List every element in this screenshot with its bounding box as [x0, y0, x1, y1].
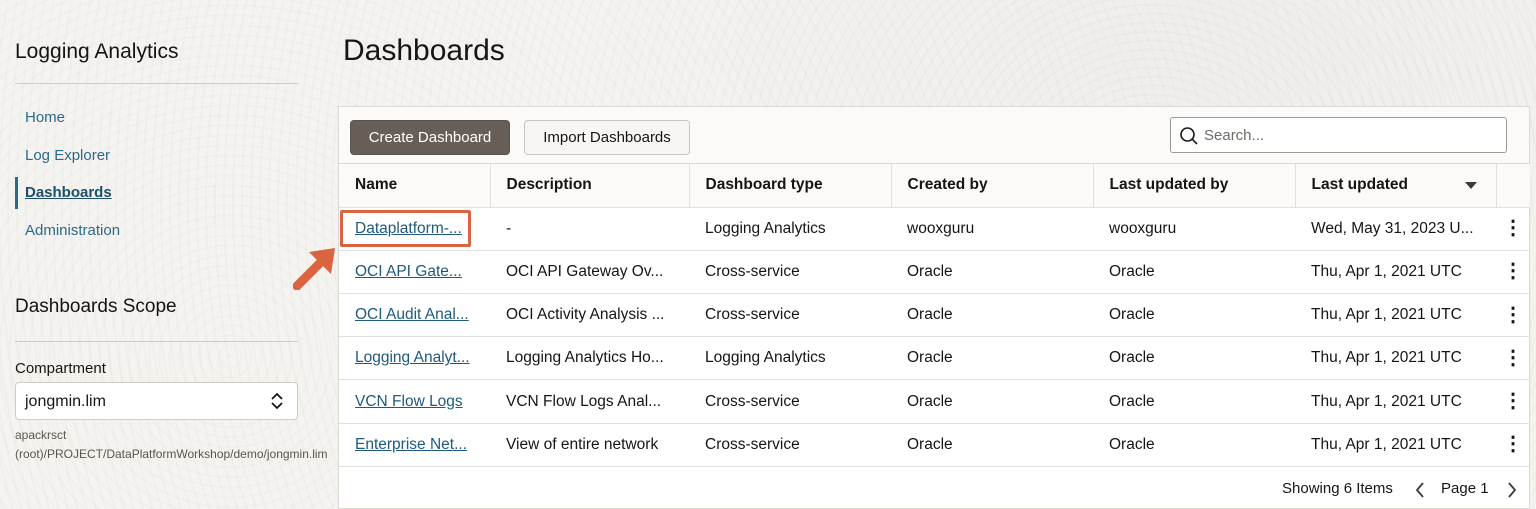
cell-created-by: Oracle [891, 250, 1093, 295]
sidebar-divider [15, 83, 298, 84]
toolbar: Create Dashboard Import Dashboards [339, 107, 1529, 164]
select-chevrons-icon [271, 392, 283, 410]
table-row[interactable]: OCI Audit Anal... OCI Activity Analysis … [339, 293, 1530, 338]
table-row[interactable]: OCI API Gate... OCI API Gateway Ov... Cr… [339, 250, 1530, 295]
cell-updated: Thu, Apr 1, 2021 UTC [1295, 379, 1496, 424]
cell-created-by: Oracle [891, 336, 1093, 381]
table-row[interactable]: VCN Flow Logs VCN Flow Logs Anal... Cros… [339, 379, 1530, 424]
more-vertical-icon: ⋮ [1503, 346, 1523, 369]
cell-updated-by: Oracle [1093, 379, 1295, 424]
table-row[interactable]: Logging Analyt... Logging Analytics Ho..… [339, 336, 1530, 381]
cell-updated-by: Oracle [1093, 293, 1295, 338]
row-actions-button[interactable]: ⋮ [1496, 250, 1530, 295]
cell-type: Logging Analytics [689, 207, 891, 251]
compartment-value: jongmin.lim [25, 393, 106, 410]
column-header-last-updated-label: Last updated [1311, 176, 1408, 194]
column-header-last-updated[interactable]: Last updated [1295, 164, 1497, 208]
cell-description: - [490, 207, 689, 251]
cell-type: Logging Analytics [689, 336, 891, 381]
sidebar-item-administration[interactable]: Administration [15, 216, 298, 254]
cell-name: Logging Analyt... [339, 336, 490, 381]
sort-desc-icon[interactable] [1464, 182, 1477, 189]
row-actions-button[interactable]: ⋮ [1496, 336, 1530, 381]
cell-description: OCI Activity Analysis ... [490, 293, 689, 338]
cell-updated-by: wooxguru [1093, 207, 1295, 251]
cell-type: Cross-service [689, 250, 891, 295]
cell-created-by: Oracle [891, 379, 1093, 424]
chevron-right-icon[interactable] [1505, 480, 1519, 500]
row-actions-button[interactable]: ⋮ [1496, 207, 1530, 251]
search-input[interactable] [1204, 118, 1499, 152]
column-header-created-by[interactable]: Created by [891, 164, 1094, 208]
compartment-path: apackrsct (root)/PROJECT/DataPlatformWor… [15, 428, 328, 461]
scope-divider [15, 341, 298, 342]
cell-name: OCI API Gate... [339, 250, 490, 295]
column-header-dashboard-type[interactable]: Dashboard type [689, 164, 892, 208]
dashboard-link[interactable]: OCI Audit Anal... [355, 306, 469, 323]
row-actions-button[interactable]: ⋮ [1496, 293, 1530, 338]
cell-updated: Thu, Apr 1, 2021 UTC [1295, 293, 1496, 338]
cell-updated: Thu, Apr 1, 2021 UTC [1295, 336, 1496, 381]
more-vertical-icon: ⋮ [1503, 260, 1523, 283]
cell-name: Dataplatform-... [339, 207, 490, 251]
table-footer: Showing 6 Items Page 1 [339, 467, 1529, 509]
cell-updated-by: Oracle [1093, 250, 1295, 295]
page-indicator: Page 1 [1441, 480, 1489, 497]
import-dashboards-button[interactable]: Import Dashboards [524, 120, 690, 155]
dashboard-link[interactable]: Dataplatform-... [355, 220, 462, 237]
cell-description: VCN Flow Logs Anal... [490, 379, 689, 424]
dashboard-link[interactable]: Enterprise Net... [355, 436, 467, 453]
search-icon [1180, 127, 1198, 145]
table-row[interactable]: Enterprise Net... View of entire network… [339, 423, 1530, 467]
chevron-left-icon[interactable] [1413, 480, 1427, 500]
column-header-last-updated-by[interactable]: Last updated by [1093, 164, 1296, 208]
sidebar-item-dashboards[interactable]: Dashboards [15, 177, 298, 216]
arrow-callout-icon [293, 248, 335, 290]
column-header-name[interactable]: Name [339, 164, 491, 208]
cell-updated-by: Oracle [1093, 336, 1295, 381]
cell-created-by: Oracle [891, 423, 1093, 467]
page-title: Dashboards [343, 34, 505, 67]
cell-updated: Thu, Apr 1, 2021 UTC [1295, 250, 1496, 295]
more-vertical-icon: ⋮ [1503, 303, 1523, 326]
cell-created-by: Oracle [891, 293, 1093, 338]
compartment-label: Compartment [15, 360, 106, 377]
cell-updated: Thu, Apr 1, 2021 UTC [1295, 423, 1496, 467]
cell-name: Enterprise Net... [339, 423, 490, 467]
create-dashboard-button[interactable]: Create Dashboard [350, 120, 510, 155]
row-actions-button[interactable]: ⋮ [1496, 423, 1530, 467]
cell-type: Cross-service [689, 423, 891, 467]
cell-created-by: wooxguru [891, 207, 1093, 251]
cell-description: OCI API Gateway Ov... [490, 250, 689, 295]
more-vertical-icon: ⋮ [1503, 390, 1523, 413]
cell-description: Logging Analytics Ho... [490, 336, 689, 381]
more-vertical-icon: ⋮ [1503, 433, 1523, 456]
app-title: Logging Analytics [15, 40, 179, 63]
cell-type: Cross-service [689, 379, 891, 424]
dashboard-link[interactable]: VCN Flow Logs [355, 393, 463, 410]
cell-name: OCI Audit Anal... [339, 293, 490, 338]
dashboards-panel: Create Dashboard Import Dashboards Name … [338, 106, 1530, 509]
column-header-description[interactable]: Description [490, 164, 690, 208]
table-header-row: Name Description Dashboard type Created … [339, 164, 1530, 208]
cell-updated-by: Oracle [1093, 423, 1295, 467]
search-box [1170, 117, 1507, 153]
cell-name: VCN Flow Logs [339, 379, 490, 424]
items-count: Showing 6 Items [1282, 480, 1393, 497]
dashboard-link[interactable]: OCI API Gate... [355, 263, 462, 280]
sidebar-nav: Home Log Explorer Dashboards Administrat… [15, 103, 298, 253]
compartment-select[interactable]: jongmin.lim [15, 382, 298, 420]
cell-updated: Wed, May 31, 2023 U... [1295, 207, 1496, 251]
cell-type: Cross-service [689, 293, 891, 338]
table-row[interactable]: Dataplatform-... - Logging Analytics woo… [339, 207, 1530, 251]
row-actions-button[interactable]: ⋮ [1496, 379, 1530, 424]
sidebar-item-log-explorer[interactable]: Log Explorer [15, 141, 298, 179]
dashboards-table: Name Description Dashboard type Created … [339, 164, 1530, 467]
more-vertical-icon: ⋮ [1503, 217, 1523, 240]
dashboards-scope-title: Dashboards Scope [15, 296, 177, 317]
cell-description: View of entire network [490, 423, 689, 467]
sidebar-item-home[interactable]: Home [15, 103, 298, 141]
column-header-actions [1496, 164, 1530, 208]
dashboard-link[interactable]: Logging Analyt... [355, 349, 470, 366]
